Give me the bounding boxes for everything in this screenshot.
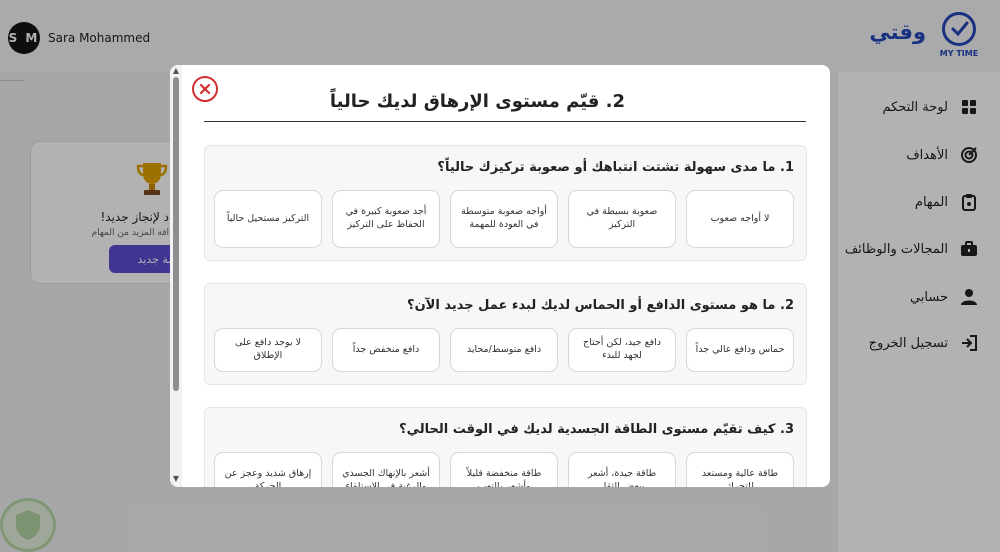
option-button[interactable]: لا أواجه صعوب [686, 190, 794, 248]
option-button[interactable]: طاقة منخفضة قليلاً وأشعر بالتعب [450, 452, 558, 487]
scroll-up-icon[interactable]: ▲ [172, 67, 180, 75]
option-button[interactable]: إرهاق شديد وعجز عن الحركة [214, 452, 322, 487]
close-button[interactable] [192, 76, 218, 102]
scroll-thumb[interactable] [173, 77, 179, 391]
option-button[interactable]: طاقة عالية ومستعد للتحرك [686, 452, 794, 487]
options-row: لا أواجه صعوب صعوبة بسيطة في التركيز أوا… [214, 190, 794, 248]
option-button[interactable]: أشعر بالإنهاك الجسدي والرغبة في الاستلقا… [332, 452, 440, 487]
question-card: 3. كيف تقيّم مستوى الطاقة الجسدية لديك ف… [204, 407, 807, 487]
question-card: 1. ما مدى سهولة تشتت انتباهك أو صعوبة تر… [204, 145, 807, 261]
question-title: 2. ما هو مستوى الدافع أو الحماس لديك لبد… [407, 298, 794, 313]
title-divider [204, 121, 806, 122]
scroll-down-icon[interactable]: ▼ [172, 475, 180, 483]
option-button[interactable]: دافع منخفض جداً [332, 328, 440, 372]
option-button[interactable]: حماس ودافع عالي جداً [686, 328, 794, 372]
options-row: طاقة عالية ومستعد للتحرك طاقة جيدة، أشعر… [214, 452, 794, 487]
option-button[interactable]: التركيز مستحيل حالياً [214, 190, 322, 248]
question-title: 1. ما مدى سهولة تشتت انتباهك أو صعوبة تر… [437, 160, 794, 175]
burnout-assessment-modal: ▲ ▼ 2. قيّم مستوى الإرهاق لديك حالياً 1.… [170, 65, 830, 487]
option-button[interactable]: أجد صعوبة كبيرة في الحفاظ على التركيز [332, 190, 440, 248]
modal-title: 2. قيّم مستوى الإرهاق لديك حالياً [329, 91, 625, 112]
option-button[interactable]: دافع جيد، لكن أحتاج لجهد للبدء [568, 328, 676, 372]
scrollbar[interactable]: ▲ ▼ [170, 65, 182, 487]
option-button[interactable]: صعوبة بسيطة في التركيز [568, 190, 676, 248]
close-icon [199, 83, 211, 95]
question-title: 3. كيف تقيّم مستوى الطاقة الجسدية لديك ف… [399, 422, 794, 437]
option-button[interactable]: طاقة جيدة، أشعر ببعض الثقل [568, 452, 676, 487]
question-card: 2. ما هو مستوى الدافع أو الحماس لديك لبد… [204, 283, 807, 385]
option-button[interactable]: لا يوجد دافع على الإطلاق [214, 328, 322, 372]
option-button[interactable]: أواجه صعوبة متوسطة في العودة للمهمة [450, 190, 558, 248]
options-row: حماس ودافع عالي جداً دافع جيد، لكن أحتاج… [214, 328, 794, 372]
option-button[interactable]: دافع متوسط/محايد [450, 328, 558, 372]
